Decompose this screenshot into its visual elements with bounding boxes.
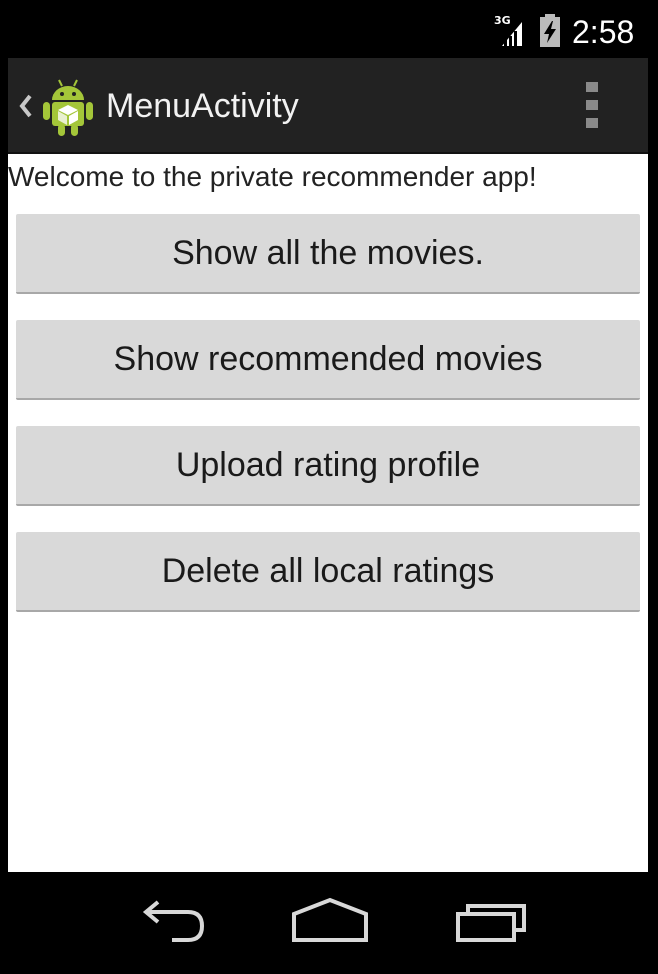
content-area: Welcome to the private recommender app! … xyxy=(8,154,648,872)
show-recommended-movies-button[interactable]: Show recommended movies xyxy=(16,320,640,400)
action-bar-title: MenuActivity xyxy=(106,87,299,125)
welcome-text: Welcome to the private recommender app! xyxy=(8,161,537,192)
battery-charging-icon xyxy=(538,12,562,48)
status-bar: 3G 2:58 xyxy=(0,0,658,58)
android-app-icon[interactable] xyxy=(40,74,96,138)
status-time: 2:58 xyxy=(572,14,635,50)
show-all-movies-button[interactable]: Show all the movies. xyxy=(16,214,640,294)
home-icon[interactable] xyxy=(286,896,376,948)
overflow-menu-icon[interactable] xyxy=(580,80,604,130)
signal-icon: 3G xyxy=(494,12,530,48)
upload-rating-profile-button[interactable]: Upload rating profile xyxy=(16,426,640,506)
action-bar: MenuActivity xyxy=(8,58,648,154)
recent-apps-icon[interactable] xyxy=(446,896,536,948)
phone-screen: 3G 2:58 MenuActivity Welcome to the priv… xyxy=(0,0,658,974)
back-icon[interactable] xyxy=(126,896,216,948)
up-caret-icon[interactable] xyxy=(16,88,36,124)
navigation-bar xyxy=(0,872,658,974)
delete-local-ratings-button[interactable]: Delete all local ratings xyxy=(16,532,640,612)
